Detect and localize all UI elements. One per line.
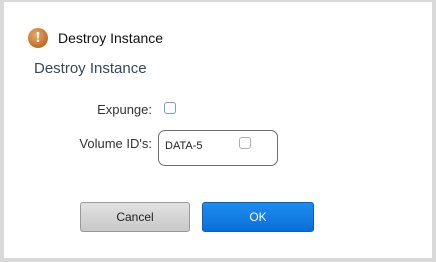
- dialog-heading: Destroy Instance: [34, 60, 147, 77]
- dialog-titlebar: ! Destroy Instance: [28, 26, 163, 50]
- dialog-title: Destroy Instance: [58, 30, 164, 46]
- warning-icon: !: [28, 28, 48, 48]
- volume-ids-list: DATA-5: [158, 130, 278, 166]
- expunge-label: Expunge:: [97, 102, 152, 117]
- expunge-checkbox[interactable]: [164, 102, 176, 114]
- volume-ids-label: Volume ID's:: [79, 136, 152, 151]
- destroy-instance-dialog: ! Destroy Instance Destroy Instance Expu…: [4, 2, 432, 258]
- volume-item-label: DATA-5: [165, 140, 203, 152]
- ok-button[interactable]: OK: [202, 202, 314, 232]
- volume-item-checkbox[interactable]: [239, 137, 251, 149]
- cancel-button[interactable]: Cancel: [80, 202, 190, 232]
